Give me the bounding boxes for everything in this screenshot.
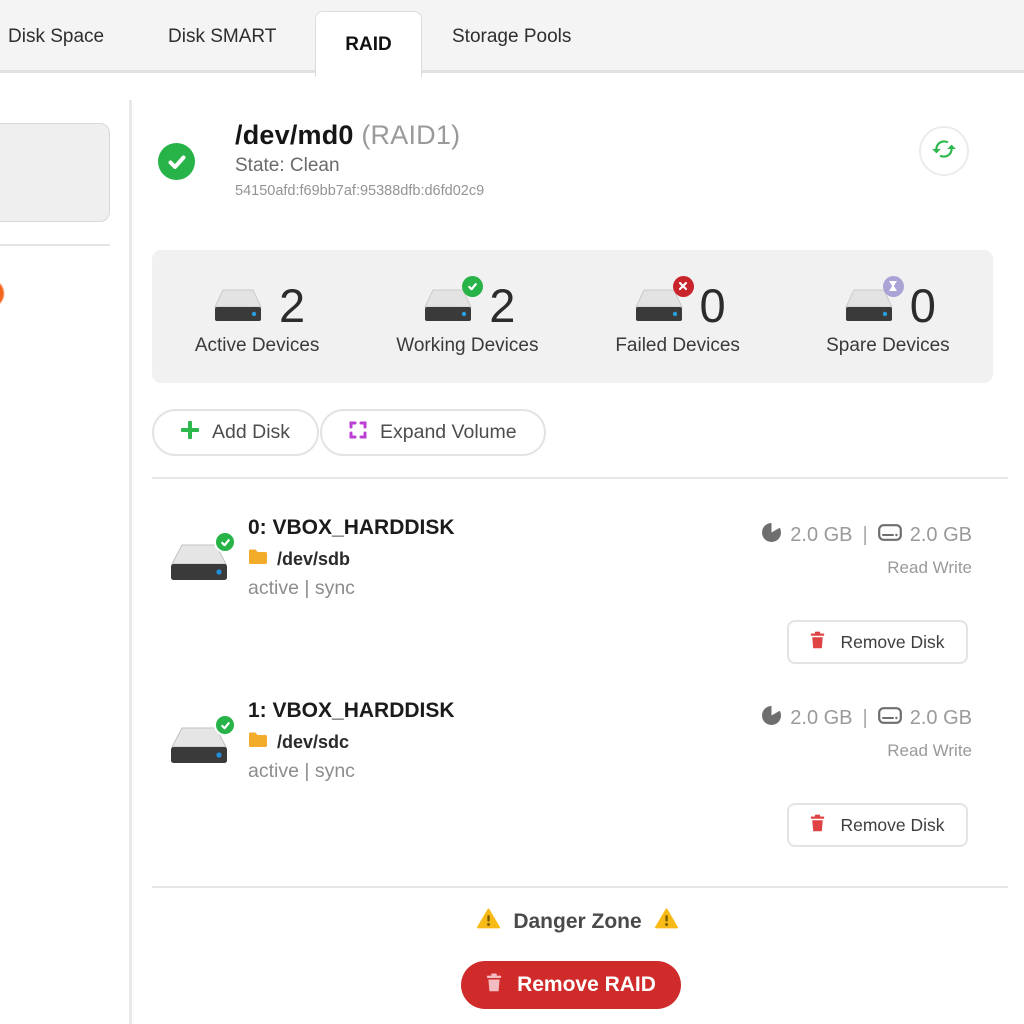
- warning-icon: [655, 908, 678, 935]
- raid-uuid: 54150afd:f69bb7af:95388dfb:d6fd02c9: [235, 183, 484, 199]
- raid-device-name: /dev/md0: [235, 120, 354, 150]
- stat-label: Active Devices: [195, 335, 320, 357]
- disk-icon: [166, 540, 232, 586]
- hard-drive-icon: [878, 707, 902, 730]
- raid-management-page: Disk Space Disk SMART RAID Storage Pools…: [0, 0, 1024, 1024]
- disk-mode: Read Write: [887, 558, 972, 578]
- disk-icon: [630, 286, 688, 326]
- remove-disk-button[interactable]: Remove Disk: [787, 620, 968, 664]
- expand-volume-button[interactable]: Expand Volume: [320, 409, 546, 456]
- tab-label: Storage Pools: [452, 26, 571, 48]
- remove-disk-button[interactable]: Remove Disk: [787, 803, 968, 847]
- danger-zone-label: Danger Zone: [513, 910, 641, 934]
- disk-total-value: 2.0 GB: [910, 707, 972, 730]
- add-disk-button[interactable]: Add Disk: [152, 409, 319, 456]
- folder-icon: [248, 732, 268, 753]
- badge-error-icon: [673, 276, 694, 297]
- badge-check-icon: [462, 276, 483, 297]
- tab-bar: Disk Space Disk SMART RAID Storage Pools: [0, 0, 1024, 73]
- disk-row: 0: VBOX_HARDDISK /dev/sdb active | sync …: [152, 498, 994, 678]
- disk-status: active | sync: [248, 760, 455, 783]
- disk-path-label: /dev/sdb: [277, 549, 350, 570]
- disk-path-label: /dev/sdc: [277, 732, 349, 753]
- tab-disk-smart[interactable]: Disk SMART: [168, 0, 276, 73]
- raid-state: State: Clean: [235, 155, 484, 177]
- stat-value: 0: [700, 282, 726, 329]
- disk-used-value: 2.0 GB: [790, 707, 852, 730]
- disk-used-value: 2.0 GB: [790, 524, 852, 547]
- stat-label: Failed Devices: [615, 335, 740, 357]
- tab-storage-pools[interactable]: Storage Pools: [452, 0, 571, 73]
- raid-status-ok-icon: [158, 143, 195, 180]
- tab-label: RAID: [345, 34, 391, 56]
- disk-title: 0: VBOX_HARDDISK: [248, 516, 455, 540]
- danger-zone-heading: Danger Zone: [131, 908, 1024, 935]
- remove-disk-label: Remove Disk: [840, 632, 944, 653]
- stat-working-devices: 2 Working Devices: [362, 250, 572, 383]
- refresh-icon: [931, 136, 957, 167]
- stat-value: 0: [910, 282, 936, 329]
- capacity-separator: |: [863, 524, 868, 547]
- trash-icon: [486, 973, 502, 998]
- badge-spare-icon: [883, 276, 904, 297]
- stat-spare-devices: 0 Spare Devices: [783, 250, 993, 383]
- tab-label: Disk Space: [8, 26, 104, 48]
- stat-value: 2: [489, 282, 515, 329]
- raid-level: (RAID1): [361, 120, 460, 150]
- disk-status: active | sync: [248, 577, 455, 600]
- remove-raid-label: Remove RAID: [517, 973, 656, 997]
- stat-failed-devices: 0 Failed Devices: [573, 250, 783, 383]
- section-divider: [152, 477, 1008, 479]
- raid-header: /dev/md0 (RAID1) State: Clean 54150afd:f…: [158, 120, 1008, 230]
- trash-icon: [810, 814, 825, 837]
- pie-chart-icon: [761, 522, 782, 549]
- capacity-separator: |: [863, 707, 868, 730]
- stat-value: 2: [279, 282, 305, 329]
- expand-icon: [349, 421, 367, 445]
- plus-icon: [181, 421, 199, 445]
- remove-raid-button[interactable]: Remove RAID: [461, 961, 681, 1009]
- disk-total-value: 2.0 GB: [910, 524, 972, 547]
- stat-label: Spare Devices: [826, 335, 950, 357]
- warning-icon: [477, 908, 500, 935]
- disk-icon: [209, 286, 267, 326]
- trash-icon: [810, 631, 825, 654]
- add-disk-label: Add Disk: [212, 421, 290, 444]
- tab-disk-space[interactable]: Disk Space: [8, 0, 104, 73]
- folder-icon: [248, 549, 268, 570]
- disk-icon: [840, 286, 898, 326]
- hard-drive-icon: [878, 524, 902, 547]
- raid-device-stats: 2 Active Devices 2 Working Devices: [152, 250, 993, 383]
- expand-volume-label: Expand Volume: [380, 421, 517, 444]
- sidebar-raid-card[interactable]: [0, 123, 110, 222]
- badge-check-icon: [214, 531, 236, 553]
- sidebar-divider: [0, 244, 110, 246]
- disk-capacity: 2.0 GB | 2.0 GB: [761, 705, 972, 732]
- disk-row: 1: VBOX_HARDDISK /dev/sdc active | sync …: [152, 681, 994, 861]
- section-divider: [152, 886, 1008, 888]
- disk-icon: [419, 286, 477, 326]
- refresh-button[interactable]: [919, 126, 969, 176]
- tab-label: Disk SMART: [168, 26, 276, 48]
- stat-active-devices: 2 Active Devices: [152, 250, 362, 383]
- disk-capacity: 2.0 GB | 2.0 GB: [761, 522, 972, 549]
- disk-icon: [166, 723, 232, 769]
- pie-chart-icon: [761, 705, 782, 732]
- sidebar-notification-dot: [0, 279, 4, 308]
- content-divider: [129, 100, 132, 1024]
- disk-title: 1: VBOX_HARDDISK: [248, 699, 455, 723]
- tab-raid[interactable]: RAID: [315, 11, 422, 77]
- disk-mode: Read Write: [887, 741, 972, 761]
- remove-disk-label: Remove Disk: [840, 815, 944, 836]
- badge-check-icon: [214, 714, 236, 736]
- stat-label: Working Devices: [396, 335, 538, 357]
- raid-device-title: /dev/md0 (RAID1): [235, 120, 484, 151]
